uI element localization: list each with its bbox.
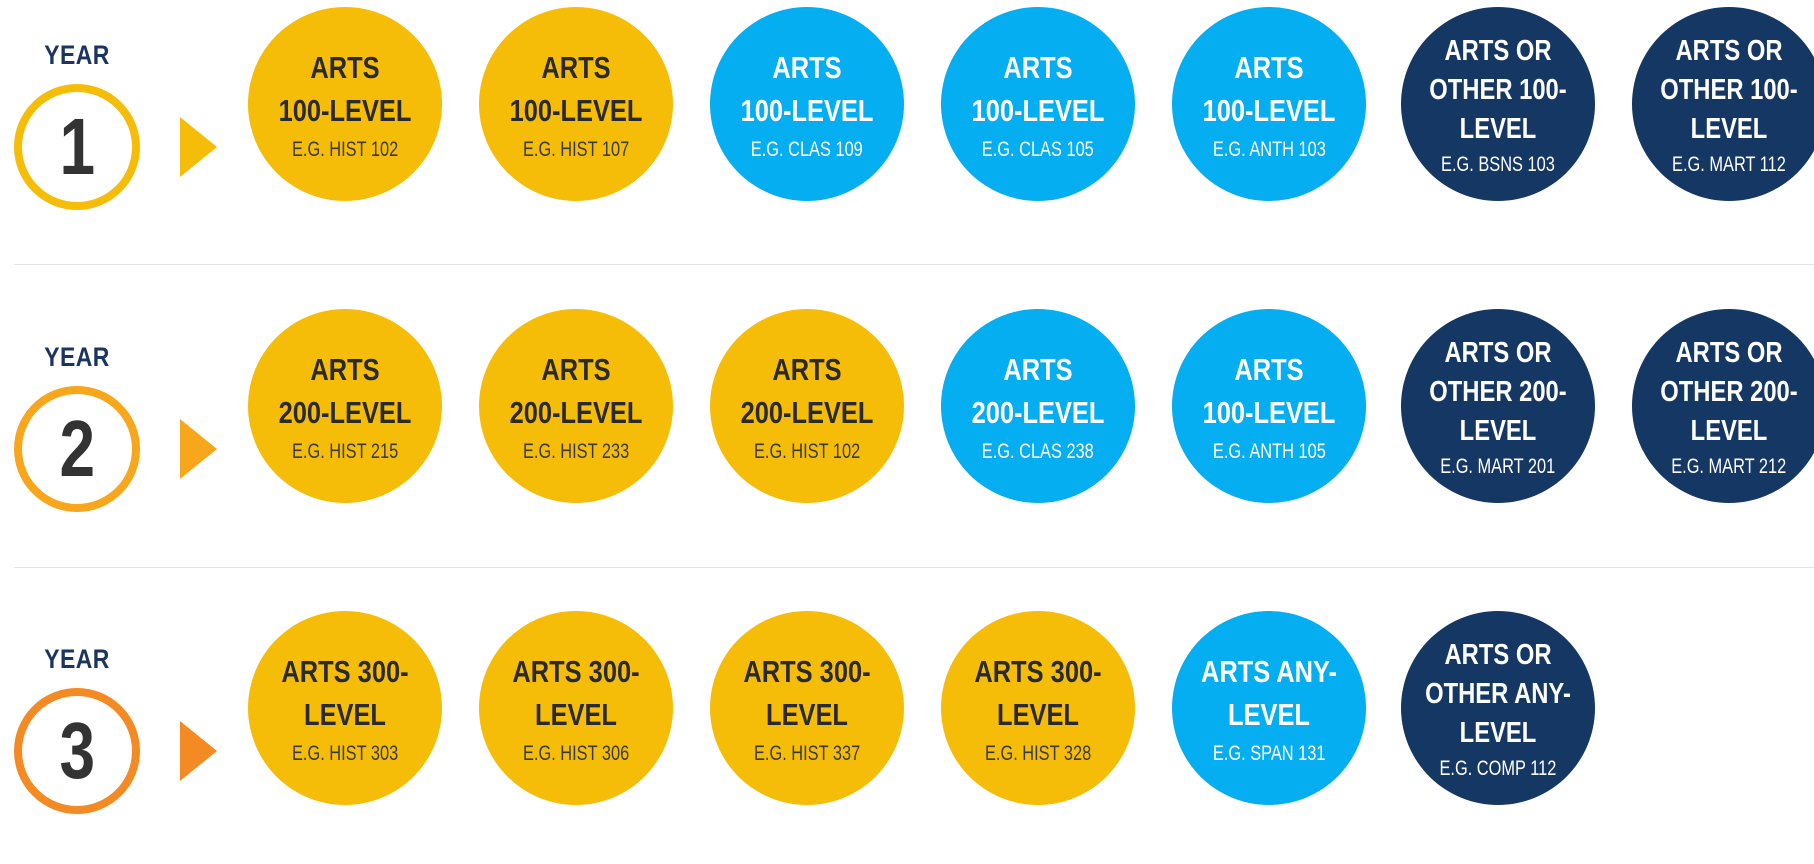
arrow-right-icon [180,419,217,479]
year-number: 2 [59,404,95,493]
course-level: ARTS 300- LEVEL [281,654,409,732]
year-number-ring: 1 [14,84,140,210]
year-label: YEAR [44,342,110,372]
course-circle: ARTS 200-LEVEL E.G. HIST 102 [710,309,904,503]
course-level: ARTS 100-LEVEL [971,50,1105,128]
course-circle: ARTS 200-LEVEL E.G. HIST 215 [248,309,442,503]
course-level: ARTS OR OTHER 200- LEVEL [1660,336,1798,447]
course-level: ARTS 100-LEVEL [1202,352,1336,430]
course-circle: ARTS 100-LEVEL E.G. ANTH 105 [1172,309,1366,503]
course-example: E.G. MART 112 [1672,152,1786,176]
course-example: E.G. CLAS 105 [981,138,1094,161]
year-number-ring: 2 [14,386,140,512]
year-row-2: YEAR 2 ARTS 200-LEVEL E.G. HIST 215 ARTS… [0,302,1814,562]
course-level: ARTS 300- LEVEL [512,654,640,732]
row-divider [14,567,1814,568]
course-level: ARTS 300- LEVEL [743,654,871,732]
course-circle: ARTS 100-LEVEL E.G. CLAS 105 [941,7,1135,201]
course-example: E.G. HIST 102 [753,440,861,463]
course-circle: ARTS 200-LEVEL E.G. HIST 233 [479,309,673,503]
course-circle: ARTS 100-LEVEL E.G. HIST 102 [248,7,442,201]
year-label: YEAR [44,40,110,70]
course-level: ARTS 100-LEVEL [740,50,874,128]
course-example: E.G. MART 201 [1440,454,1556,478]
course-level: ARTS 100-LEVEL [1202,50,1336,128]
course-circle: ARTS 300- LEVEL E.G. HIST 328 [941,611,1135,805]
course-level: ARTS 200-LEVEL [971,352,1105,430]
course-level: ARTS 200-LEVEL [509,352,643,430]
year-number: 3 [59,706,95,795]
course-level: ARTS 100-LEVEL [509,50,643,128]
year-number: 1 [59,102,95,191]
course-example: E.G. SPAN 131 [1212,742,1326,765]
course-level: ARTS OR OTHER 100- LEVEL [1660,34,1798,145]
course-example: E.G. HIST 107 [522,138,630,161]
course-level: ARTS 300- LEVEL [974,654,1102,732]
row-divider [14,264,1814,265]
course-level: ARTS OR OTHER 200- LEVEL [1429,336,1567,447]
course-example: E.G. HIST 337 [753,742,861,765]
course-example: E.G. ANTH 105 [1212,440,1326,463]
arrow-right-icon [180,117,217,177]
course-circle: ARTS 300- LEVEL E.G. HIST 303 [248,611,442,805]
course-level: ARTS 100-LEVEL [278,50,412,128]
arrow-right-icon [180,721,217,781]
course-circle: ARTS OR OTHER ANY- LEVEL E.G. COMP 112 [1401,611,1595,805]
course-circle: ARTS ANY- LEVEL E.G. SPAN 131 [1172,611,1366,805]
course-level: ARTS OR OTHER 100- LEVEL [1429,34,1567,145]
course-circle: ARTS 300- LEVEL E.G. HIST 306 [479,611,673,805]
course-circle: ARTS OR OTHER 100- LEVEL E.G. BSNS 103 [1401,7,1595,201]
year-number-ring: 3 [14,688,140,814]
course-example: E.G. COMP 112 [1439,756,1557,780]
course-example: E.G. CLAS 109 [750,138,863,161]
course-example: E.G. HIST 328 [984,742,1092,765]
course-example: E.G. MART 212 [1671,454,1787,478]
year-row-1: YEAR 1 ARTS 100-LEVEL E.G. HIST 102 ARTS… [0,0,1814,260]
course-level: ARTS ANY- LEVEL [1200,654,1338,732]
course-example: E.G. CLAS 238 [981,440,1094,463]
course-circle: ARTS 100-LEVEL E.G. HIST 107 [479,7,673,201]
course-circle: ARTS 100-LEVEL E.G. CLAS 109 [710,7,904,201]
course-example: E.G. HIST 102 [291,138,399,161]
course-level: ARTS 200-LEVEL [740,352,874,430]
course-example: E.G. HIST 306 [522,742,630,765]
course-example: E.G. ANTH 103 [1212,138,1326,161]
course-circle: ARTS OR OTHER 100- LEVEL E.G. MART 112 [1632,7,1814,201]
course-level: ARTS OR OTHER ANY- LEVEL [1425,638,1571,749]
course-example: E.G. BSNS 103 [1441,152,1555,176]
course-circle: ARTS OR OTHER 200- LEVEL E.G. MART 212 [1632,309,1814,503]
course-circle: ARTS 200-LEVEL E.G. CLAS 238 [941,309,1135,503]
year-label: YEAR [44,644,110,674]
course-level: ARTS 200-LEVEL [278,352,412,430]
course-example: E.G. HIST 215 [291,440,399,463]
course-circle: ARTS OR OTHER 200- LEVEL E.G. MART 201 [1401,309,1595,503]
course-circle: ARTS 300- LEVEL E.G. HIST 337 [710,611,904,805]
year-row-3: YEAR 3 ARTS 300- LEVEL E.G. HIST 303 ART… [0,604,1814,864]
course-example: E.G. HIST 303 [291,742,399,765]
course-circle: ARTS 100-LEVEL E.G. ANTH 103 [1172,7,1366,201]
course-example: E.G. HIST 233 [522,440,630,463]
